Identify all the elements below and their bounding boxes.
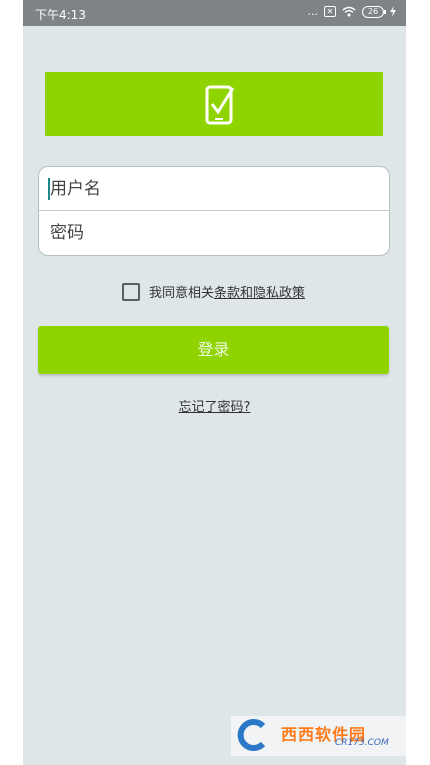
charging-icon [390,6,396,17]
status-bar: 下午4:13 ... ✕ 26 [23,0,406,26]
username-placeholder: 用户名 [50,179,101,199]
password-field[interactable]: 密码 [39,211,389,255]
phone-screen: 下午4:13 ... ✕ 26 用户名 密码 我同意相关 条款和隐私政策 登录 … [23,0,406,765]
username-field[interactable]: 用户名 [39,167,389,211]
text-cursor [48,178,50,200]
login-form: 用户名 密码 [38,166,390,256]
agree-checkbox[interactable] [122,282,140,301]
password-placeholder: 密码 [50,223,84,243]
forgot-password-link[interactable]: 忘记了密码? [23,396,406,415]
wifi-icon [342,6,356,17]
sim-off-icon: ✕ [324,6,336,17]
phone-check-icon [205,85,235,125]
watermark-url: CR173.COM [335,738,389,748]
login-button[interactable]: 登录 [38,326,389,374]
app-logo-banner [45,72,383,136]
status-time: 下午4:13 [35,8,86,22]
watermark-c-icon [237,719,266,751]
battery-icon: 26 [362,5,386,18]
status-icons: ... ✕ 26 [307,5,396,18]
more-dots-icon: ... [307,5,319,18]
watermark-logo: 西西软件园 CR173.COM [231,716,406,756]
agreement-row: 我同意相关 条款和隐私政策 [122,282,305,301]
terms-privacy-link[interactable]: 条款和隐私政策 [214,282,305,301]
agreement-text: 我同意相关 [149,286,215,301]
